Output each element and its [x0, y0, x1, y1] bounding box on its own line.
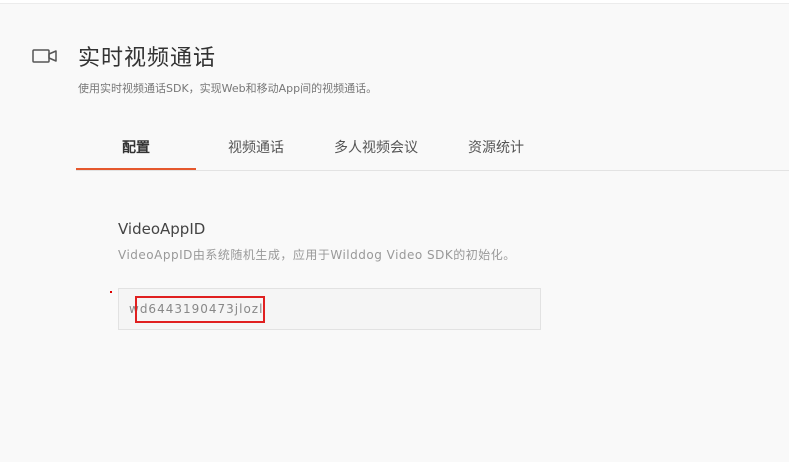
marker-dot: [110, 291, 112, 293]
section-description: VideoAppID由系统随机生成，应用于Wilddog Video SDK的初…: [118, 248, 516, 262]
tab-config[interactable]: 配置: [76, 128, 196, 170]
tab-resource-stats[interactable]: 资源统计: [436, 128, 556, 170]
page-header: 实时视频通话 使用实时视频通话SDK，实现Web和移动App间的视频通话。: [32, 40, 789, 96]
page: 实时视频通话 使用实时视频通话SDK，实现Web和移动App间的视频通话。 配置…: [0, 0, 789, 462]
tab-bar: 配置 视频通话 多人视频会议 资源统计: [76, 128, 789, 171]
top-bar: [0, 0, 789, 4]
section-title: VideoAppID: [118, 220, 206, 238]
video-camera-icon: [32, 47, 58, 65]
tab-video-call[interactable]: 视频通话: [196, 128, 316, 170]
page-title: 实时视频通话: [78, 46, 217, 71]
page-subtitle: 使用实时视频通话SDK，实现Web和移动App间的视频通话。: [78, 82, 378, 95]
header-row: 实时视频通话: [32, 40, 789, 72]
tab-multi-video-conference[interactable]: 多人视频会议: [316, 128, 436, 170]
config-section: VideoAppID VideoAppID由系统随机生成，应用于Wilddog …: [118, 220, 516, 263]
highlight-box: [135, 296, 265, 323]
